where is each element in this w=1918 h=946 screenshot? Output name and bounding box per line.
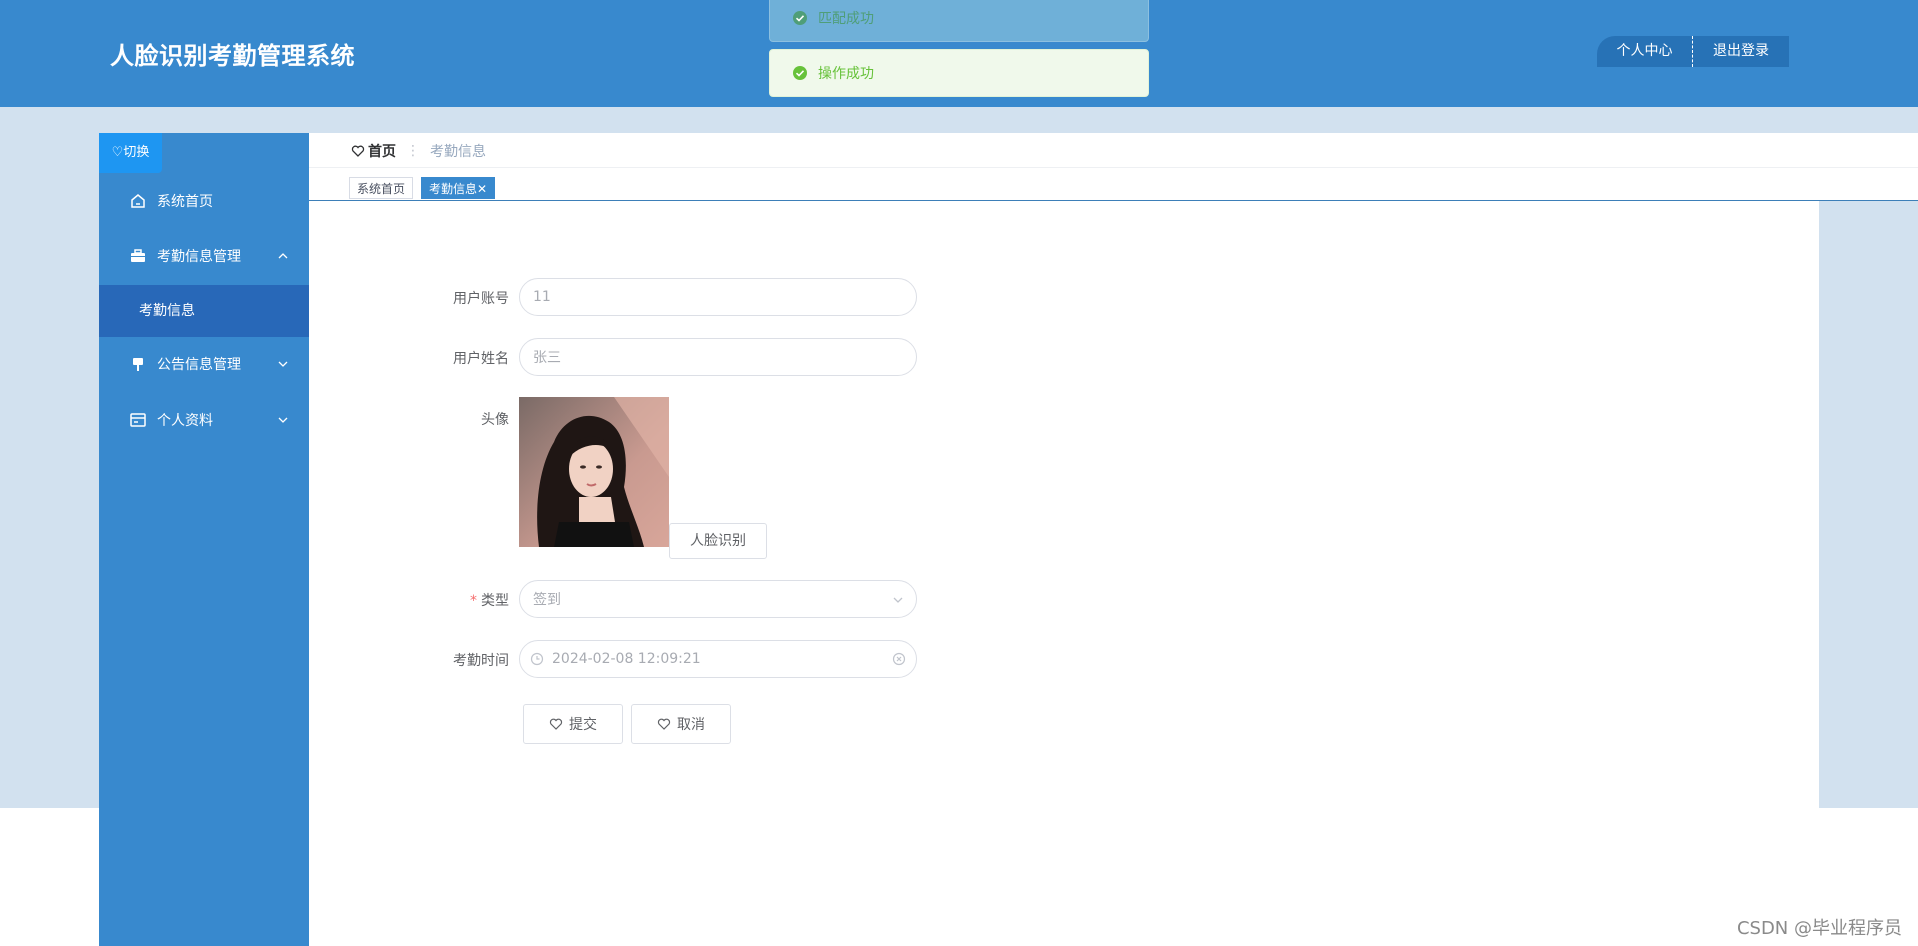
toast-text: 匹配成功 [818,11,874,27]
time-value: 2024-02-08 12:09:21 [552,651,701,667]
name-value: 张三 [533,350,561,366]
sidebar-item-notice-management[interactable]: 公告信息管理 [99,336,309,392]
notice-icon [133,358,143,371]
breadcrumb-separator: ⋮ [406,143,420,159]
close-icon[interactable]: ✕ [477,182,487,196]
sidebar-item-label: 系统首页 [157,194,213,210]
chevron-up-icon [278,253,288,259]
main-area: 首页 ⋮ 考勤信息 系统首页 考勤信息✕ 用户账号 11 用户姓名 张三 头像 [309,133,1918,946]
account-label: 用户账号 [453,291,509,307]
chevron-down-icon [278,417,288,423]
cancel-button[interactable]: 取消 [631,704,731,744]
breadcrumb-home-label: 首页 [368,144,396,160]
clock-icon [530,652,544,666]
briefcase-icon [131,249,145,262]
sidebar: ♡切换 系统首页 考勤信息管理 考勤信息 公告信息管理 个人资料 [99,133,309,946]
breadcrumb-current: 考勤信息 [430,144,486,160]
sidebar-item-label: 公告信息管理 [157,357,241,373]
submit-button[interactable]: 提交 [523,704,623,744]
breadcrumb: 首页 ⋮ 考勤信息 [351,141,486,161]
toast-match-success: 匹配成功 [769,0,1149,42]
chevron-down-icon [893,597,903,603]
cancel-label: 取消 [677,717,705,733]
name-input[interactable]: 张三 [519,338,917,376]
toast-text: 操作成功 [818,66,874,82]
time-label: 考勤时间 [453,653,509,669]
sidebar-item-label: 个人资料 [157,413,213,429]
switch-button[interactable]: ♡切换 [99,133,162,173]
content-panel: 用户账号 11 用户姓名 张三 头像 人脸识别 * 类型 签到 考勤时间 202… [309,201,1819,946]
breadcrumb-bar: 首页 ⋮ 考勤信息 [309,133,1918,168]
avatar-image [519,397,669,547]
breadcrumb-home[interactable]: 首页 [351,141,396,161]
sidebar-item-personal-info[interactable]: 个人资料 [99,392,309,448]
header-actions: 个人中心 退出登录 [1597,36,1789,67]
submit-label: 提交 [569,717,597,733]
face-recognition-button[interactable]: 人脸识别 [669,523,767,559]
type-select[interactable]: 签到 [519,580,917,618]
account-input[interactable]: 11 [519,278,917,316]
tag-home[interactable]: 系统首页 [349,177,414,199]
check-circle-icon [793,11,807,25]
tags-bar: 系统首页 考勤信息✕ [309,168,1918,201]
personal-center-button[interactable]: 个人中心 [1597,36,1693,67]
name-label: 用户姓名 [453,351,509,367]
heart-icon [657,718,671,730]
type-value: 签到 [533,592,561,608]
sidebar-subitem-attendance-info[interactable]: 考勤信息 [99,285,309,337]
sidebar-item-home[interactable]: 系统首页 [99,173,309,229]
type-label: * 类型 [470,593,509,609]
datetime-picker[interactable]: 2024-02-08 12:09:21 [519,640,917,678]
logout-button[interactable]: 退出登录 [1693,36,1789,67]
clear-icon[interactable] [892,652,906,666]
app-title: 人脸识别考勤管理系统 [110,42,355,70]
profile-card-icon [130,413,146,427]
sidebar-item-attendance-management[interactable]: 考勤信息管理 [99,228,309,284]
form-row-avatar: 头像 人脸识别 [309,397,1009,567]
watermark: CSDN @毕业程序员 [1736,918,1902,939]
tag-attendance-info[interactable]: 考勤信息✕ [421,177,496,199]
heart-icon [351,145,365,157]
tag-label: 考勤信息 [429,182,478,196]
home-icon [131,194,145,208]
check-circle-icon [793,66,807,80]
heart-icon [549,718,563,730]
chevron-down-icon [278,361,288,367]
avatar-label: 头像 [481,412,509,428]
sidebar-item-label: 考勤信息管理 [157,249,241,265]
account-value: 11 [533,289,551,305]
toast-operation-success: 操作成功 [769,49,1149,97]
